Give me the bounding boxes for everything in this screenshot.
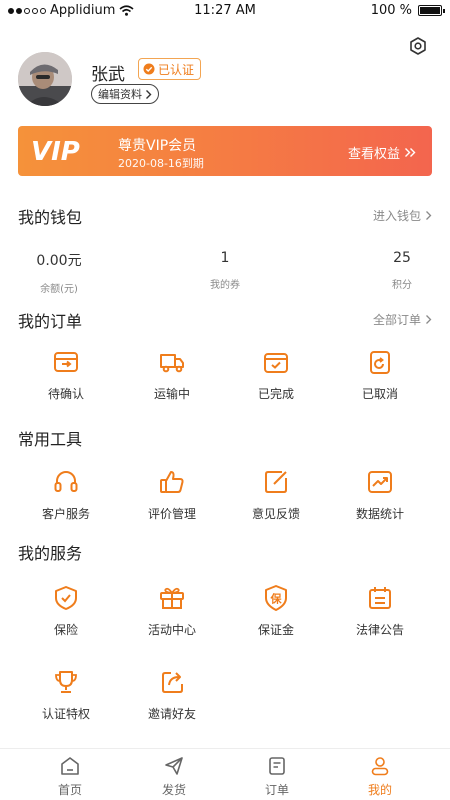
calendar-notice-icon bbox=[369, 587, 391, 609]
status-right: 100 % bbox=[370, 3, 445, 18]
enter-wallet-label: 进入钱包 bbox=[372, 209, 421, 223]
services-title: 我的服务 bbox=[18, 544, 83, 563]
home-icon bbox=[61, 757, 79, 775]
tool-feedback[interactable]: 意见反馈 bbox=[224, 468, 328, 522]
user-icon bbox=[371, 757, 389, 776]
vip-logo-text: VIP bbox=[31, 138, 80, 164]
deposit-glyph: 保 bbox=[270, 592, 283, 606]
service-legal-notice[interactable]: 法律公告 bbox=[328, 584, 432, 638]
service-insurance-label: 保险 bbox=[53, 623, 78, 637]
order-pending[interactable]: 待确认 bbox=[14, 348, 118, 402]
tab-home[interactable]: 首页 bbox=[30, 755, 110, 798]
avatar-photo bbox=[18, 52, 72, 106]
thumbs-up-icon bbox=[160, 471, 184, 493]
battery-icon bbox=[418, 5, 445, 16]
tab-ship-label: 发货 bbox=[161, 783, 186, 797]
avatar[interactable] bbox=[18, 52, 72, 106]
verified-badge: 已认证 bbox=[138, 58, 202, 80]
service-invite-friends-label: 邀请好友 bbox=[147, 707, 196, 721]
edit-profile-button[interactable]: 编辑资料 bbox=[91, 84, 159, 104]
enter-wallet-link[interactable]: 进入钱包 bbox=[373, 207, 432, 224]
battery-fill bbox=[420, 7, 440, 14]
tab-home-label: 首页 bbox=[57, 783, 82, 797]
status-bar: Applidium 11:27 AM 100 % bbox=[0, 0, 450, 22]
tool-customer-service-label: 客户服务 bbox=[41, 507, 90, 521]
order-doc-icon bbox=[269, 757, 285, 775]
tab-ship[interactable]: 发货 bbox=[134, 755, 214, 798]
tab-orders[interactable]: 订单 bbox=[237, 755, 317, 798]
shield-check-icon bbox=[55, 586, 77, 610]
tool-reviews-label: 评价管理 bbox=[147, 507, 196, 521]
service-certification-privilege[interactable]: 认证特权 bbox=[14, 668, 118, 722]
order-in-transit[interactable]: 运输中 bbox=[120, 348, 224, 402]
wallet-balance-value: 0.00元 bbox=[36, 253, 82, 269]
tab-mine-label: 我的 bbox=[367, 783, 392, 797]
all-orders-label: 全部订单 bbox=[372, 313, 421, 327]
pending-confirm-icon bbox=[54, 352, 78, 372]
feedback-edit-icon bbox=[265, 471, 287, 493]
cancelled-icon bbox=[370, 351, 390, 374]
tab-mine[interactable]: 我的 bbox=[340, 755, 420, 798]
service-certification-privilege-label: 认证特权 bbox=[41, 707, 90, 721]
chevron-right-icon bbox=[426, 211, 432, 220]
service-insurance[interactable]: 保险 bbox=[14, 584, 118, 638]
order-cancelled-label: 已取消 bbox=[361, 387, 398, 401]
service-deposit-label: 保证金 bbox=[257, 623, 294, 637]
vip-expiry: 2020-08-16到期 bbox=[118, 157, 204, 170]
wallet-points-label: 积分 bbox=[392, 280, 412, 291]
wallet-points[interactable]: 25 积分 bbox=[357, 250, 447, 291]
profile-header: 张武 已认证 编辑资料 bbox=[18, 52, 432, 106]
wallet-balance-label: 余额(元) bbox=[40, 284, 78, 295]
vip-title: 尊贵VIP会员 bbox=[118, 138, 197, 154]
order-in-transit-label: 运输中 bbox=[153, 387, 190, 401]
trophy-icon bbox=[55, 671, 77, 693]
bottom-tab-bar: 首页 发货 订单 我的 bbox=[0, 748, 450, 800]
verified-check-icon bbox=[143, 63, 155, 75]
order-cancelled[interactable]: 已取消 bbox=[328, 348, 432, 402]
tool-reviews[interactable]: 评价管理 bbox=[120, 468, 224, 522]
completed-icon bbox=[264, 353, 288, 373]
tool-feedback-label: 意见反馈 bbox=[251, 507, 300, 521]
tab-orders-label: 订单 bbox=[264, 783, 289, 797]
service-invite-friends[interactable]: 邀请好友 bbox=[120, 668, 224, 722]
battery-percent: 100 % bbox=[370, 3, 412, 18]
service-deposit[interactable]: 保 保证金 bbox=[224, 584, 328, 638]
wallet-balance[interactable]: 0.00元 余额(元) bbox=[14, 250, 104, 295]
send-icon bbox=[165, 757, 183, 775]
tools-title: 常用工具 bbox=[18, 430, 83, 449]
service-activity-center-label: 活动中心 bbox=[147, 623, 196, 637]
tool-statistics[interactable]: 数据统计 bbox=[328, 468, 432, 522]
service-legal-notice-label: 法律公告 bbox=[355, 623, 404, 637]
edit-profile-label: 编辑资料 bbox=[98, 88, 142, 101]
vip-logo: VIP bbox=[31, 138, 80, 164]
wallet-coupons[interactable]: 1 我的券 bbox=[180, 250, 270, 291]
gift-icon bbox=[160, 587, 184, 609]
service-activity-center[interactable]: 活动中心 bbox=[120, 584, 224, 638]
view-benefits-link[interactable]: 查看权益 bbox=[348, 143, 416, 162]
wallet-title: 我的钱包 bbox=[18, 208, 83, 227]
chevron-right-icon bbox=[146, 89, 152, 99]
chevron-right-icon bbox=[426, 315, 432, 324]
username: 张武 bbox=[91, 65, 125, 85]
tool-customer-service[interactable]: 客户服务 bbox=[14, 468, 118, 522]
tool-statistics-label: 数据统计 bbox=[355, 507, 404, 521]
share-icon bbox=[162, 672, 183, 693]
chart-trend-icon bbox=[368, 471, 392, 493]
wallet-points-value: 25 bbox=[393, 250, 411, 266]
all-orders-link[interactable]: 全部订单 bbox=[373, 311, 432, 328]
wallet-coupons-label: 我的券 bbox=[210, 280, 240, 291]
orders-title: 我的订单 bbox=[18, 312, 83, 331]
verified-label: 已认证 bbox=[158, 62, 195, 77]
headset-icon bbox=[54, 471, 78, 492]
double-chevron-right-icon bbox=[405, 148, 416, 157]
deposit-badge-icon: 保 bbox=[265, 585, 287, 611]
view-benefits-label: 查看权益 bbox=[347, 147, 400, 162]
order-completed[interactable]: 已完成 bbox=[224, 348, 328, 402]
wallet-coupons-value: 1 bbox=[220, 250, 230, 266]
order-completed-label: 已完成 bbox=[257, 387, 294, 401]
truck-icon bbox=[160, 354, 184, 373]
order-pending-label: 待确认 bbox=[47, 387, 84, 401]
vip-banner[interactable]: VIP 尊贵VIP会员 2020-08-16到期 查看权益 bbox=[18, 126, 432, 176]
